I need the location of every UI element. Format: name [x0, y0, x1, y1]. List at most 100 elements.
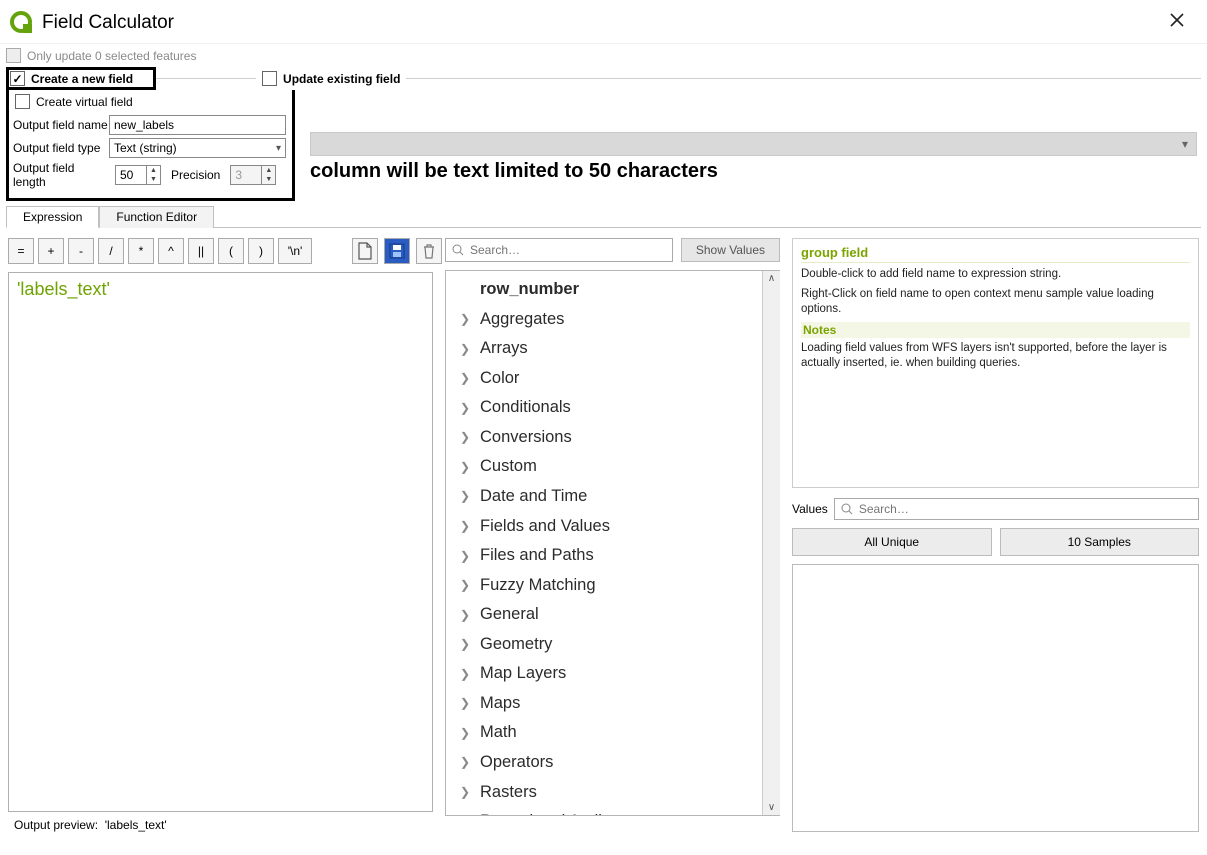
tree-item[interactable]: ❯Fields and Values: [446, 512, 762, 542]
expression-editor[interactable]: 'labels_text': [8, 272, 433, 812]
tree-item-row-number[interactable]: row_number: [446, 275, 762, 305]
operator-buttons: =+-/*^||()'\n': [8, 238, 312, 264]
precision-spinner: ▲▼: [230, 165, 276, 185]
create-new-field-checkbox[interactable]: [10, 71, 25, 86]
all-unique-button[interactable]: All Unique: [792, 528, 992, 556]
annotation-text: column will be text limited to 50 charac…: [310, 160, 718, 183]
output-name-input[interactable]: [109, 115, 286, 135]
tree-item[interactable]: ❯Files and Paths: [446, 541, 762, 571]
tree-item[interactable]: ❯Geometry: [446, 630, 762, 660]
tree-item[interactable]: ❯Arrays: [446, 334, 762, 364]
help-title: group field: [801, 245, 1190, 263]
tree-item[interactable]: ❯Maps: [446, 689, 762, 719]
tree-item[interactable]: ❯Math: [446, 718, 762, 748]
legend-line: [156, 78, 256, 79]
function-search-input[interactable]: [470, 243, 666, 257]
legend-line: [406, 78, 1201, 79]
operator-button[interactable]: +: [38, 238, 64, 264]
tree-item[interactable]: ❯Date and Time: [446, 482, 762, 512]
ten-samples-button[interactable]: 10 Samples: [1000, 528, 1200, 556]
values-label: Values: [792, 502, 828, 516]
create-virtual-field-checkbox[interactable]: [15, 94, 30, 109]
create-new-field-label: Create a new field: [31, 72, 133, 86]
tree-item[interactable]: ❯General: [446, 600, 762, 630]
chevron-right-icon: ❯: [460, 783, 472, 802]
values-search-input[interactable]: [859, 502, 1192, 516]
operator-button[interactable]: *: [128, 238, 154, 264]
scroll-down-icon[interactable]: ∨: [768, 800, 775, 815]
help-line: Right-Click on field name to open contex…: [801, 287, 1190, 316]
chevron-right-icon: ❯: [460, 310, 472, 329]
update-existing-label: Update existing field: [283, 72, 400, 86]
tab-function-editor[interactable]: Function Editor: [99, 206, 214, 228]
update-existing-checkbox[interactable]: [262, 71, 277, 86]
tabs: Expression Function Editor: [6, 205, 1201, 228]
update-field-combo[interactable]: ▾: [310, 132, 1197, 156]
function-tree: row_number❯Aggregates❯Arrays❯Color❯Condi…: [445, 270, 780, 816]
output-preview-label: Output preview:: [14, 818, 98, 832]
qgis-logo-icon: [10, 11, 34, 35]
window-title: Field Calculator: [42, 12, 174, 34]
chevron-right-icon: ❯: [460, 517, 472, 536]
chevron-right-icon: ❯: [460, 694, 472, 713]
tree-item[interactable]: ❯Rasters: [446, 778, 762, 808]
operator-button[interactable]: ||: [188, 238, 214, 264]
tree-item[interactable]: ❯Fuzzy Matching: [446, 571, 762, 601]
create-new-field-legend: Create a new field: [6, 67, 156, 90]
trash-icon[interactable]: [416, 238, 442, 264]
tree-item[interactable]: ❯Color: [446, 364, 762, 394]
create-virtual-field-label: Create virtual field: [36, 95, 133, 109]
values-search-box[interactable]: [834, 498, 1199, 520]
output-type-combo[interactable]: Text (string) ▾: [109, 138, 286, 158]
tree-item[interactable]: ❯Custom: [446, 452, 762, 482]
new-file-icon[interactable]: [352, 238, 378, 264]
output-length-value[interactable]: [116, 168, 146, 182]
spinner-buttons: ▲▼: [261, 166, 275, 184]
precision-value: [231, 168, 261, 182]
spinner-buttons[interactable]: ▲▼: [146, 166, 160, 184]
tree-item[interactable]: ❯Conversions: [446, 423, 762, 453]
output-type-value: Text (string): [114, 141, 177, 155]
chevron-right-icon: ❯: [460, 635, 472, 654]
show-values-button[interactable]: Show Values: [681, 238, 780, 262]
tab-expression[interactable]: Expression: [6, 206, 99, 228]
tree-item[interactable]: ❯Record and Attributes: [446, 807, 762, 815]
search-icon: [452, 244, 464, 256]
close-icon[interactable]: [1161, 8, 1193, 37]
scrollbar[interactable]: ∧ ∨: [762, 271, 780, 815]
precision-label: Precision: [171, 168, 220, 182]
operator-button[interactable]: ^: [158, 238, 184, 264]
output-name-label: Output field name: [13, 118, 109, 132]
operator-button[interactable]: ): [248, 238, 274, 264]
function-tree-list[interactable]: row_number❯Aggregates❯Arrays❯Color❯Condi…: [446, 271, 762, 815]
chevron-right-icon: ❯: [460, 487, 472, 506]
chevron-right-icon: ❯: [460, 340, 472, 359]
chevron-down-icon: ▾: [276, 143, 281, 154]
chevron-right-icon: ❯: [460, 428, 472, 447]
only-update-label: Only update 0 selected features: [27, 49, 196, 63]
chevron-right-icon: ❯: [460, 576, 472, 595]
chevron-right-icon: ❯: [460, 606, 472, 625]
function-search-box[interactable]: [445, 238, 673, 262]
tree-item[interactable]: ❯Aggregates: [446, 305, 762, 335]
save-icon[interactable]: [384, 238, 410, 264]
operator-button[interactable]: =: [8, 238, 34, 264]
help-notes-body: Loading field values from WFS layers isn…: [801, 341, 1190, 370]
operator-button[interactable]: '\n': [278, 238, 312, 264]
operator-button[interactable]: /: [98, 238, 124, 264]
help-line: Double-click to add field name to expres…: [801, 267, 1190, 281]
tree-item[interactable]: ❯Conditionals: [446, 393, 762, 423]
tree-item[interactable]: ❯Map Layers: [446, 659, 762, 689]
operator-button[interactable]: -: [68, 238, 94, 264]
output-length-spinner[interactable]: ▲▼: [115, 165, 161, 185]
chevron-right-icon: ❯: [460, 724, 472, 743]
search-icon: [841, 503, 853, 515]
scroll-up-icon[interactable]: ∧: [768, 271, 775, 286]
output-preview: Output preview: 'labels_text': [8, 818, 433, 832]
operator-button[interactable]: (: [218, 238, 244, 264]
chevron-right-icon: ❯: [460, 369, 472, 388]
tree-item[interactable]: ❯Operators: [446, 748, 762, 778]
output-type-label: Output field type: [13, 141, 109, 155]
chevron-right-icon: ❯: [460, 665, 472, 684]
values-list[interactable]: [792, 564, 1199, 832]
